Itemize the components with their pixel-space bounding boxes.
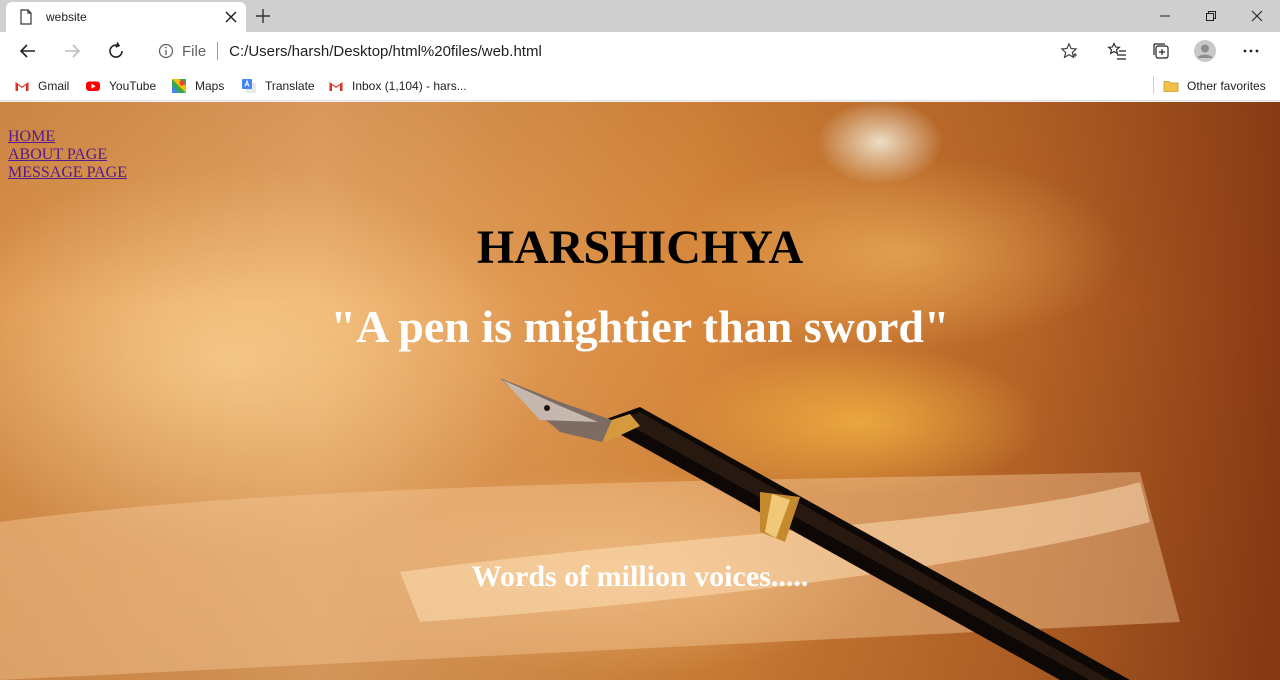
address-bar[interactable]: File C:/Users/harsh/Desktop/html%20files… <box>144 35 1088 67</box>
close-icon[interactable] <box>224 10 238 24</box>
bookmark-gmail[interactable]: Gmail <box>14 76 69 96</box>
page-title: HARSHICHYA <box>476 221 804 274</box>
bookmark-youtube[interactable]: YouTube <box>85 76 156 96</box>
folder-icon <box>1163 81 1179 92</box>
restore-button[interactable] <box>1188 0 1234 32</box>
back-arrow-icon <box>19 44 35 58</box>
bookmark-translate[interactable]: Translate <box>241 76 315 96</box>
other-favorites[interactable]: Other favorites <box>1163 76 1266 96</box>
bookmark-label: Maps <box>195 79 225 93</box>
nav-link-message[interactable]: MESSAGE PAGE <box>8 164 127 182</box>
refresh-icon <box>109 42 123 58</box>
gmail-icon <box>15 82 29 91</box>
avatar-icon <box>1194 40 1216 62</box>
bookmark-label: Inbox (1,104) - hars... <box>352 79 467 93</box>
bookmarks-divider <box>1153 76 1154 94</box>
bookmark-maps[interactable]: Maps <box>171 76 224 96</box>
tab-title: website <box>46 10 87 24</box>
minimize-button[interactable] <box>1142 0 1188 32</box>
forward-button[interactable] <box>60 39 84 63</box>
page-quote: "A pen is mightier than sword" <box>330 301 950 352</box>
back-button[interactable] <box>16 39 40 63</box>
address-divider <box>217 42 219 60</box>
favorites-button[interactable] <box>1106 40 1128 62</box>
refresh-button[interactable] <box>104 39 128 63</box>
info-icon[interactable] <box>158 43 174 59</box>
nav-link-about[interactable]: ABOUT PAGE <box>8 146 127 164</box>
page-tagline: Words of million voices..... <box>471 560 809 593</box>
browser-tab[interactable]: website <box>6 2 246 32</box>
nav-link-home[interactable]: HOME <box>8 128 127 146</box>
collections-button[interactable] <box>1150 40 1172 62</box>
minimize-icon <box>1160 15 1170 17</box>
new-tab-icon[interactable] <box>254 7 272 25</box>
window-close-icon <box>1251 10 1263 22</box>
favorites-list-icon <box>1107 42 1126 60</box>
favorite-star-icon[interactable] <box>1060 42 1078 60</box>
other-favorites-label: Other favorites <box>1187 79 1266 93</box>
web-page: HOME ABOUT PAGE MESSAGE PAGE HARSHICHYA … <box>0 102 1280 680</box>
settings-menu-button[interactable] <box>1240 40 1262 62</box>
window-close-button[interactable] <box>1234 0 1280 32</box>
bookmarks-bar: Gmail YouTube Maps Translate Inbox (1,10… <box>0 70 1280 101</box>
profile-button[interactable] <box>1194 40 1216 62</box>
bookmark-inbox[interactable]: Inbox (1,104) - hars... <box>328 76 467 96</box>
address-url[interactable]: C:/Users/harsh/Desktop/html%20files/web.… <box>229 43 1060 60</box>
gmail-icon <box>329 82 343 91</box>
forward-arrow-icon <box>65 44 81 58</box>
restore-icon <box>1206 11 1216 21</box>
bookmark-label: YouTube <box>109 79 157 93</box>
collections-icon <box>1153 43 1169 59</box>
youtube-icon <box>86 81 100 91</box>
browser-toolbar: File C:/Users/harsh/Desktop/html%20files… <box>0 32 1280 70</box>
translate-icon <box>242 79 256 93</box>
tab-strip: website <box>0 0 1280 32</box>
site-nav: HOME ABOUT PAGE MESSAGE PAGE <box>8 128 127 182</box>
address-scheme: File <box>182 42 207 60</box>
maps-icon <box>172 79 186 93</box>
more-icon <box>1243 49 1259 53</box>
bookmark-label: Translate <box>265 79 315 93</box>
bookmark-label: Gmail <box>38 79 70 93</box>
page-icon <box>20 9 32 25</box>
